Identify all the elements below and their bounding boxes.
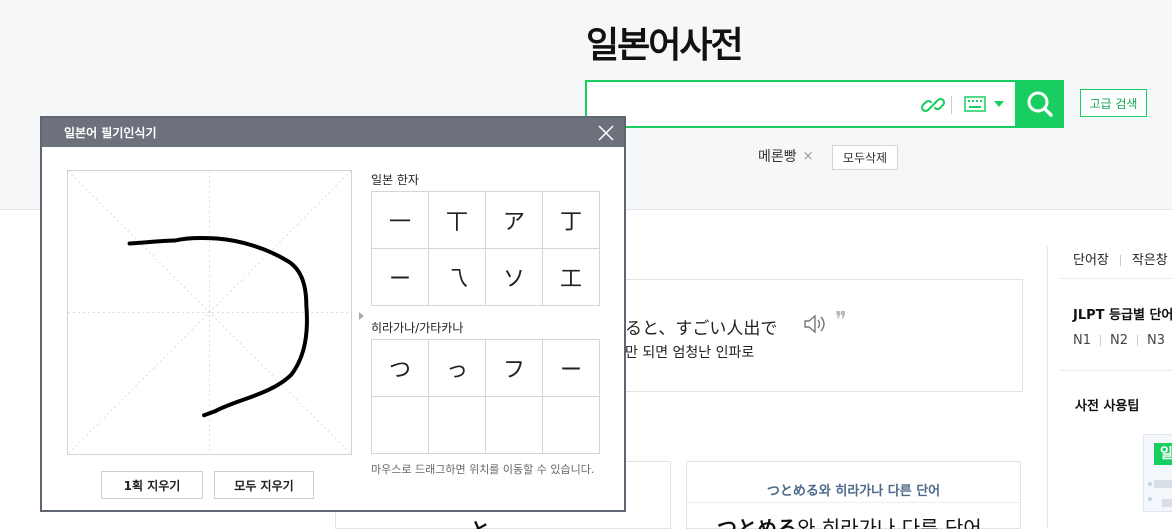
recent-keyword[interactable]: 메론빵 ×: [758, 146, 814, 166]
chevron-down-icon[interactable]: [994, 101, 1004, 107]
candidate-cell[interactable]: ー: [543, 340, 600, 397]
popup-title: 일본어 필기인식기: [64, 126, 157, 140]
tab-wordbook[interactable]: 단어장: [1073, 253, 1109, 268]
divider: [1100, 335, 1101, 346]
recent-keyword-label[interactable]: 메론빵: [758, 146, 797, 166]
divider: [1060, 370, 1172, 371]
level-n1[interactable]: N1: [1073, 333, 1091, 348]
candidate-cell[interactable]: ソ: [486, 249, 543, 306]
candidate-cell: [486, 397, 543, 454]
keyboard-icon[interactable]: [964, 96, 986, 112]
candidate-cell[interactable]: フ: [486, 340, 543, 397]
candidate-cell[interactable]: ⼀: [372, 192, 429, 249]
example-card: ると、すごい人出で ❞ 만 되면 엄청난 인파로: [620, 279, 1023, 392]
advanced-search-button[interactable]: 고급 검색: [1080, 89, 1147, 117]
candidate-cell: [543, 397, 600, 454]
candidate-cell[interactable]: ー: [372, 249, 429, 306]
search-input[interactable]: [593, 88, 913, 120]
drag-hint: 마우스로 드래그하면 위치를 이동할 수 있습니다.: [371, 463, 595, 476]
delete-all-button[interactable]: 모두삭제: [832, 145, 898, 170]
logo[interactable]: 일본어사전: [586, 16, 744, 68]
jlpt-levels: N1 N2 N3: [1073, 333, 1165, 348]
candidate-cell[interactable]: っ: [429, 340, 486, 397]
candidate-cell[interactable]: つ: [372, 340, 429, 397]
tip-line: [1162, 499, 1172, 507]
search-box: [585, 80, 1064, 128]
word-card-title[interactable]: つとめる와 히라가나 다른 단어: [687, 480, 1020, 499]
speaker-icon[interactable]: [803, 314, 827, 334]
jlpt-title: JLPT 등급별 단어: [1073, 308, 1172, 323]
kanji-candidates: ⼀ 丅 ア 丁 ー 乁 ソ 工: [371, 191, 600, 306]
tip-badge: 일: [1154, 443, 1172, 465]
candidate-cell: [429, 397, 486, 454]
level-n3[interactable]: N3: [1147, 333, 1165, 348]
close-icon[interactable]: [598, 125, 614, 141]
ink-stroke: [127, 235, 309, 418]
clear-all-button[interactable]: 모두 지우기: [214, 471, 314, 499]
sidebar-tabs: 단어장 작은창: [1073, 249, 1168, 268]
search-button[interactable]: [1015, 80, 1064, 128]
divider: [1060, 278, 1172, 279]
candidate-cell[interactable]: 乁: [429, 249, 486, 306]
kana-label: 히라가나/가타카나: [371, 321, 464, 335]
tips-title: 사전 사용팁: [1075, 399, 1140, 414]
candidate-cell: [372, 397, 429, 454]
candidate-cell[interactable]: 丁: [543, 192, 600, 249]
search-divider: [951, 96, 952, 114]
clear-stroke-button[interactable]: 1획 지우기: [101, 471, 203, 499]
level-n2[interactable]: N2: [1110, 333, 1128, 348]
bullet-icon: [1148, 497, 1152, 501]
drawing-canvas[interactable]: [67, 170, 352, 455]
word-card-heading: つとめる와 히라가나 다른 단어: [717, 512, 982, 529]
example-sentence-jp: ると、すごい人出で: [625, 319, 778, 339]
word-card-glyph: と: [470, 514, 490, 529]
candidate-cell[interactable]: 丅: [429, 192, 486, 249]
search-icon: [1027, 91, 1053, 117]
tab-small-window[interactable]: 작은창: [1132, 253, 1168, 268]
example-sentence-ko: 만 되면 엄청난 인파로: [625, 345, 755, 361]
candidate-cell[interactable]: 工: [543, 249, 600, 306]
chevron-right-icon: [359, 312, 364, 320]
popup-header[interactable]: 일본어 필기인식기: [42, 118, 624, 147]
handwriting-popup[interactable]: 일본어 필기인식기 1획 지우기 모두 지우기 일본 한자 ⼀ 丅 ア 丁 ー …: [40, 116, 626, 512]
divider: [1137, 335, 1138, 346]
kana-candidates: つ っ フ ー: [371, 339, 600, 454]
tip-card[interactable]: 일: [1143, 434, 1172, 512]
word-card-heading-jp: つとめる: [717, 516, 797, 529]
remove-keyword-icon[interactable]: ×: [803, 149, 814, 164]
divider: [1119, 255, 1121, 266]
bullet-icon: [1148, 482, 1152, 486]
link-icon[interactable]: [919, 91, 947, 119]
word-card-right: つとめる와 히라가나 다른 단어 つとめる와 히라가나 다른 단어: [686, 461, 1021, 529]
column-divider: [1047, 246, 1048, 529]
kanji-label: 일본 한자: [371, 173, 419, 187]
tip-line: [1154, 480, 1172, 488]
divider: [687, 502, 1020, 503]
word-card-heading-rest: 와 히라가나 다른 단어: [797, 516, 982, 529]
candidate-cell[interactable]: ア: [486, 192, 543, 249]
quote-icon[interactable]: ❞: [835, 308, 847, 333]
